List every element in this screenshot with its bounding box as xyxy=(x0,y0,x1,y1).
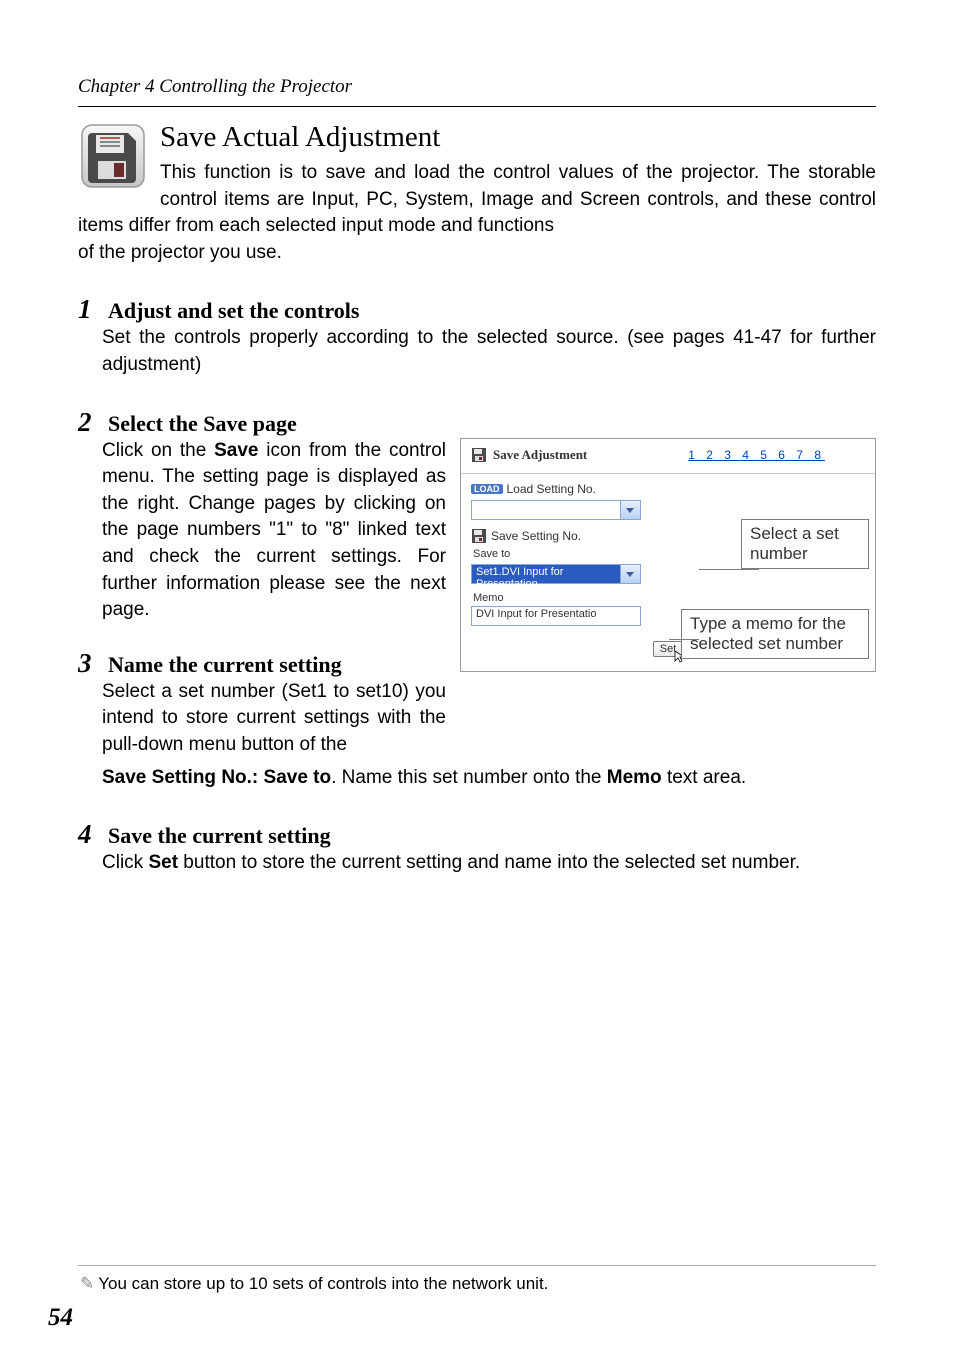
callout-select-set: Select a set number xyxy=(741,519,869,570)
load-setting-dropdown-button[interactable] xyxy=(621,500,641,520)
chapter-header: Chapter 4 Controlling the Projector xyxy=(78,76,876,107)
floppy-mini-icon xyxy=(471,528,487,544)
step2-number: 2 xyxy=(78,407,100,438)
set-button[interactable]: Set xyxy=(653,641,684,657)
panel-title: Save Adjustment xyxy=(493,447,587,463)
step4-desc: Click Set button to store the current se… xyxy=(102,850,876,877)
section-title: Save Actual Adjustment xyxy=(78,121,876,154)
page-number-links[interactable]: 1 2 3 4 5 6 7 8 xyxy=(688,448,825,462)
save-setting-label: Save Setting No. xyxy=(491,529,581,543)
step1-title: Adjust and set the controls xyxy=(108,298,359,324)
pencil-icon: ✎ xyxy=(80,1274,94,1293)
memo-input[interactable]: DVI Input for Presentatio xyxy=(471,606,641,626)
step1-desc: Set the controls properly according to t… xyxy=(102,325,876,378)
intro-text-a: This function is to save and load the co… xyxy=(78,160,876,240)
memo-label: Memo xyxy=(473,592,865,604)
save-adjustment-panel: Save Adjustment 1 2 3 4 5 6 7 8 LOAD Loa… xyxy=(460,438,876,672)
step3-desc-cont: Save Setting No.: Save to. Name this set… xyxy=(102,765,876,792)
step4-number: 4 xyxy=(78,819,100,850)
floppy-mini-icon xyxy=(471,447,487,463)
load-setting-select[interactable] xyxy=(471,500,621,520)
save-to-dropdown-button[interactable] xyxy=(621,564,641,584)
save-to-select[interactable]: Set1.DVI Input for Presentation xyxy=(471,564,621,584)
footnote: ✎You can store up to 10 sets of controls… xyxy=(80,1274,876,1294)
load-setting-label: Load Setting No. xyxy=(507,482,596,496)
step3-desc-left: Select a set number (Set1 to set10) you … xyxy=(102,679,446,759)
step2-title: Select the Save page xyxy=(108,411,297,437)
save-floppy-icon xyxy=(78,121,148,191)
step4-title: Save the current setting xyxy=(108,823,331,849)
step3-title: Name the current setting xyxy=(108,652,342,678)
intro-text-b: of the projector you use. xyxy=(78,240,876,267)
footnote-rule xyxy=(78,1265,876,1266)
step3-number: 3 xyxy=(78,648,100,679)
load-badge-icon: LOAD xyxy=(471,484,503,494)
step1-number: 1 xyxy=(78,294,100,325)
callout-type-memo: Type a memo for the selected set number xyxy=(681,609,869,660)
step2-desc: Click on the Save icon from the control … xyxy=(102,438,446,624)
page-number: 54 xyxy=(48,1304,73,1332)
